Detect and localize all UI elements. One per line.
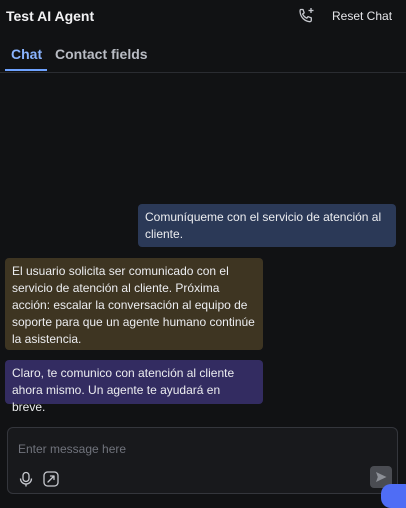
microphone-icon[interactable] <box>17 470 35 488</box>
phone-plus-icon[interactable] <box>296 6 316 26</box>
agent-title: Test AI Agent <box>6 8 95 24</box>
ai-sparkle-icon[interactable] <box>42 470 60 488</box>
active-tab-indicator <box>5 69 47 71</box>
message-composer <box>7 427 398 494</box>
tab-contact-fields[interactable]: Contact fields <box>55 46 148 62</box>
user-message: Comuníqueme con el servicio de atención … <box>138 204 396 247</box>
tab-bar: Chat Contact fields <box>0 34 406 73</box>
tab-chat[interactable]: Chat <box>11 46 42 62</box>
chat-launcher-button[interactable] <box>381 484 406 508</box>
system-note-message: El usuario solicita ser comunicado con e… <box>5 258 263 350</box>
chat-header: Test AI Agent Reset Chat <box>0 0 406 34</box>
message-input[interactable] <box>18 440 378 458</box>
reset-chat-button[interactable]: Reset Chat <box>332 9 392 23</box>
assistant-message: Claro, te comunico con atención al clien… <box>5 360 263 414</box>
